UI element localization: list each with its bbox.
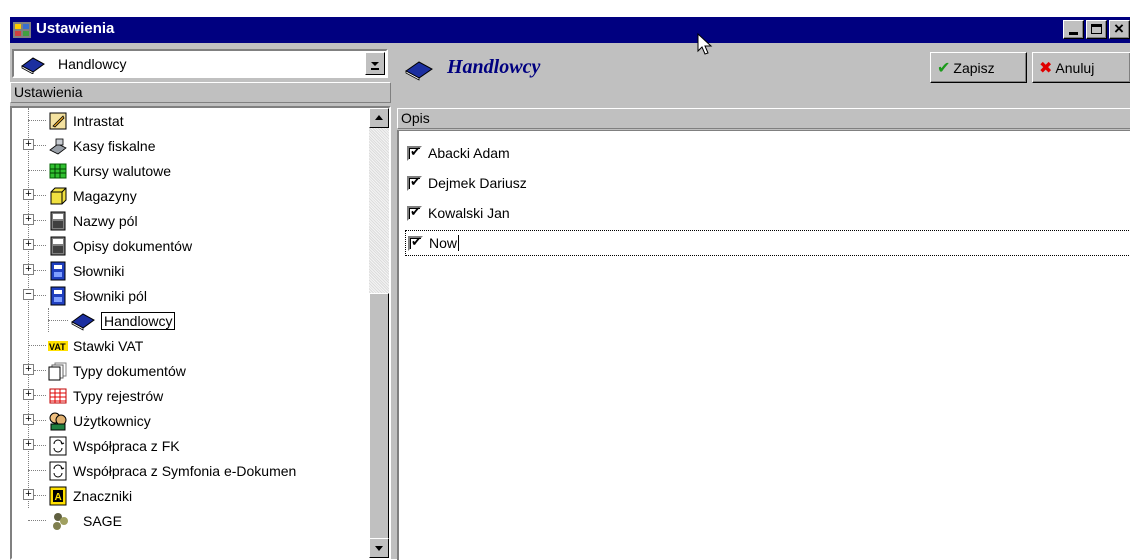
salespeople-list: Abacki Adam Dejmek Dariusz Kowalski Jan … <box>397 130 1130 560</box>
expand-toggle[interactable]: + <box>23 139 34 150</box>
tree-item-wspolpraca-fk[interactable]: Współpraca z FK <box>48 433 180 458</box>
tree-item-intrastat[interactable]: Intrastat <box>48 108 124 133</box>
tree-item-uzytkownicy[interactable]: Użytkownicy <box>48 408 151 433</box>
tree-item-handlowcy[interactable]: Handlowcy <box>70 308 176 333</box>
sync-icon <box>49 461 67 480</box>
list-header: Opis <box>397 108 1130 129</box>
expand-toggle[interactable]: + <box>23 389 34 400</box>
tree-item-wspolpraca-symfonia[interactable]: Współpraca z Symfonia e-Dokumen <box>48 458 296 483</box>
tree-item-slowniki-pol[interactable]: Słowniki pól <box>48 283 147 308</box>
scroll-up-button[interactable] <box>369 108 389 128</box>
calculator-icon <box>50 211 66 230</box>
expand-toggle[interactable]: + <box>23 264 34 275</box>
sync-icon <box>49 436 67 455</box>
calculator-icon <box>50 236 66 255</box>
tree-scrollbar[interactable] <box>369 108 389 558</box>
cube-icon <box>50 187 67 204</box>
window-title: Ustawienia <box>36 20 115 37</box>
cash-register-icon <box>49 138 67 154</box>
expand-toggle[interactable]: + <box>23 214 34 225</box>
blue-form-icon <box>50 286 66 305</box>
save-button[interactable]: ✔ Zapisz <box>930 52 1027 83</box>
checkmark-icon: ✔ <box>937 59 951 77</box>
tag-icon: A <box>49 486 67 505</box>
tree-header: Ustawienia <box>10 82 391 103</box>
maximize-icon <box>1091 24 1102 34</box>
sage-icon <box>53 512 68 530</box>
tree-item-slowniki[interactable]: Słowniki <box>48 258 124 283</box>
vat-icon: VAT <box>48 340 68 352</box>
documents-icon <box>48 362 67 380</box>
item-edit-field[interactable]: Now <box>429 235 457 251</box>
blue-form-icon <box>50 261 66 280</box>
tree-item-magazyny[interactable]: Magazyny <box>48 183 137 208</box>
expand-toggle[interactable]: + <box>23 489 34 500</box>
users-icon <box>49 412 67 430</box>
list-item[interactable]: Kowalski Jan <box>407 200 510 226</box>
book-icon <box>21 57 45 74</box>
tree-item-opisy-dokumentow[interactable]: Opisy dokumentów <box>48 233 192 258</box>
list-item[interactable]: Dejmek Dariusz <box>407 170 527 196</box>
settings-tree: + + + + + − + + + + + Intrastat Kasy fis… <box>10 106 391 560</box>
tree-item-sage[interactable]: SAGE <box>48 508 122 533</box>
expand-toggle[interactable]: + <box>23 239 34 250</box>
settings-window: Ustawienia × Handlowcy Ustawienia + + + … <box>9 16 1130 560</box>
close-icon: × <box>1114 19 1124 38</box>
settings-combo[interactable]: Handlowcy <box>12 49 388 78</box>
list-item[interactable]: Abacki Adam <box>407 140 510 166</box>
collapse-toggle[interactable]: − <box>23 289 34 300</box>
expand-toggle[interactable]: + <box>23 439 34 450</box>
app-icon <box>13 22 31 38</box>
close-icon: ✖ <box>1039 59 1053 77</box>
book-icon <box>71 312 95 331</box>
minimize-button[interactable] <box>1063 20 1084 39</box>
red-grid-icon <box>49 388 67 403</box>
tree-item-kursy-walutowe[interactable]: Kursy walutowe <box>48 158 171 183</box>
page-title: Handlowcy <box>447 56 541 78</box>
item-checkbox[interactable] <box>407 174 422 191</box>
expand-toggle[interactable]: + <box>23 189 34 200</box>
scroll-thumb[interactable] <box>369 293 389 539</box>
item-checkbox[interactable] <box>407 204 422 221</box>
expand-toggle[interactable]: + <box>23 364 34 375</box>
tree-item-typy-rejestrow[interactable]: Typy rejestrów <box>48 383 163 408</box>
combo-dropdown-button[interactable] <box>365 52 385 75</box>
cancel-button[interactable]: ✖ Anuluj <box>1032 52 1130 83</box>
pencil-icon <box>49 112 67 129</box>
title-bar[interactable]: Ustawienia × <box>10 17 1130 43</box>
tree-item-nazwy-pol[interactable]: Nazwy pól <box>48 208 138 233</box>
right-panel: Handlowcy ✔ Zapisz ✖ Anuluj Opis Abacki … <box>397 43 1130 560</box>
tree-item-znaczniki[interactable]: A Znaczniki <box>48 483 132 508</box>
close-button[interactable]: × <box>1109 19 1130 39</box>
minimize-icon <box>1069 32 1078 35</box>
scroll-down-button[interactable] <box>369 538 389 558</box>
mouse-pointer-icon <box>697 33 713 55</box>
combo-value: Handlowcy <box>58 56 127 72</box>
book-icon <box>405 61 433 81</box>
tree-item-stawki-vat[interactable]: VAT Stawki VAT <box>48 333 143 358</box>
left-panel: Handlowcy Ustawienia + + + + + − + + + +… <box>10 43 391 560</box>
item-checkbox[interactable] <box>408 234 423 251</box>
text-caret <box>458 235 460 251</box>
item-checkbox[interactable] <box>407 144 422 161</box>
tree-item-kasy-fiskalne[interactable]: Kasy fiskalne <box>48 133 155 158</box>
grid-table-icon <box>49 163 67 178</box>
maximize-button[interactable] <box>1086 20 1107 39</box>
tree-item-typy-dokumentow[interactable]: Typy dokumentów <box>48 358 186 383</box>
svg-text:VAT: VAT <box>49 342 66 352</box>
list-item-editing[interactable]: Now <box>405 230 1130 256</box>
svg-text:A: A <box>55 492 62 503</box>
expand-toggle[interactable]: + <box>23 414 34 425</box>
